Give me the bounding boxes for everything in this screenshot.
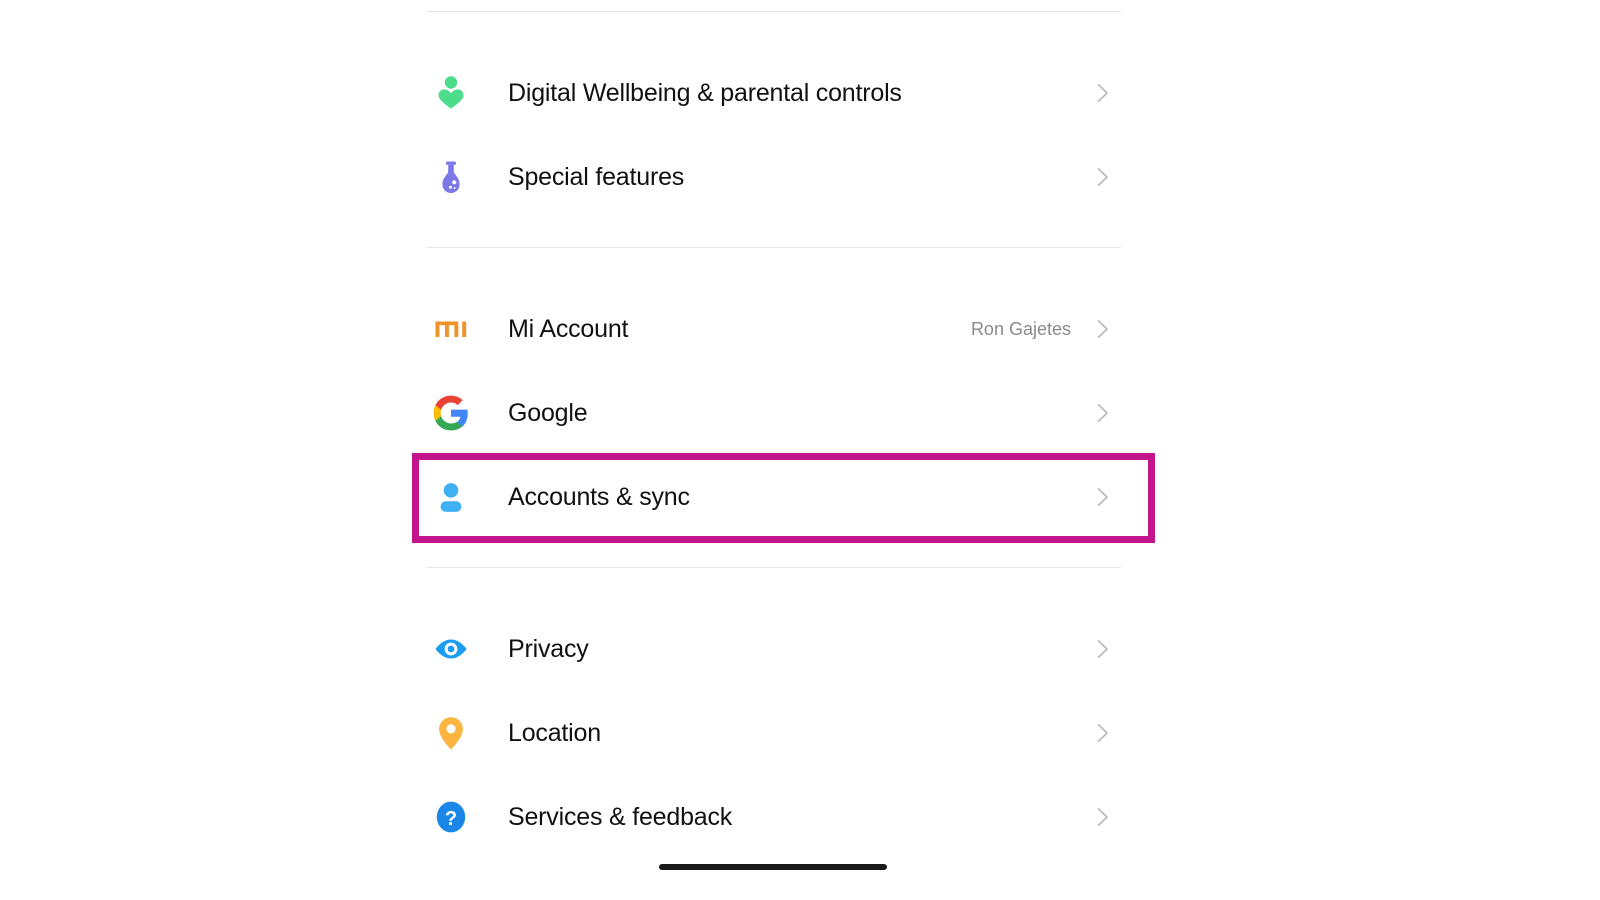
privacy-eye-icon (427, 625, 475, 673)
settings-row-label: Google (508, 398, 588, 427)
chevron-right-icon[interactable] (1089, 316, 1115, 342)
person-account-icon (427, 473, 475, 521)
digital-wellbeing-icon (427, 69, 475, 117)
settings-row-google[interactable]: Google (427, 371, 1121, 455)
mi-logo-icon (427, 305, 475, 353)
settings-row-special-features[interactable]: Special features (427, 135, 1121, 219)
section-privacy-top-spacer (427, 568, 1121, 607)
settings-list: Digital Wellbeing & parental controls Sp… (427, 0, 1121, 859)
top-spacer (427, 0, 1121, 11)
settings-row-mi-account[interactable]: Mi Account Ron Gajetes (427, 287, 1121, 371)
chevron-right-icon[interactable] (1089, 484, 1115, 510)
google-logo-icon (427, 389, 475, 437)
settings-row-label: Digital Wellbeing & parental controls (508, 78, 902, 107)
location-pin-icon (427, 709, 475, 757)
mi-account-value: Ron Gajetes (970, 318, 1071, 339)
chevron-right-icon[interactable] (1089, 804, 1115, 830)
settings-row-location[interactable]: Location (427, 691, 1121, 775)
settings-screen: Digital Wellbeing & parental controls Sp… (0, 0, 1600, 900)
settings-row-label: Special features (508, 162, 685, 191)
settings-row-label: Privacy (508, 634, 589, 663)
settings-row-digital-wellbeing[interactable]: Digital Wellbeing & parental controls (427, 51, 1121, 135)
svg-text:?: ? (445, 808, 457, 830)
settings-row-label: Services & feedback (508, 802, 733, 831)
settings-row-accounts-sync[interactable]: Accounts & sync (427, 455, 1121, 539)
chevron-right-icon[interactable] (1089, 164, 1115, 190)
special-features-flask-icon (427, 153, 475, 201)
settings-row-label: Location (508, 718, 601, 747)
chevron-right-icon[interactable] (1089, 636, 1115, 662)
chevron-right-icon[interactable] (1089, 720, 1115, 746)
chevron-right-icon[interactable] (1089, 400, 1115, 426)
section-device-bottom-spacer (427, 219, 1121, 247)
section-accounts-bottom-spacer (427, 539, 1121, 567)
section-device-top-spacer (427, 12, 1121, 51)
home-indicator[interactable] (659, 864, 887, 870)
chevron-right-icon[interactable] (1089, 80, 1115, 106)
settings-row-privacy[interactable]: Privacy (427, 607, 1121, 691)
help-question-icon: ? (427, 793, 475, 841)
settings-row-label: Mi Account (508, 314, 629, 343)
settings-row-label: Accounts & sync (508, 482, 690, 511)
section-accounts-top-spacer (427, 248, 1121, 287)
settings-row-services-feedback[interactable]: ? Services & feedback (427, 775, 1121, 859)
